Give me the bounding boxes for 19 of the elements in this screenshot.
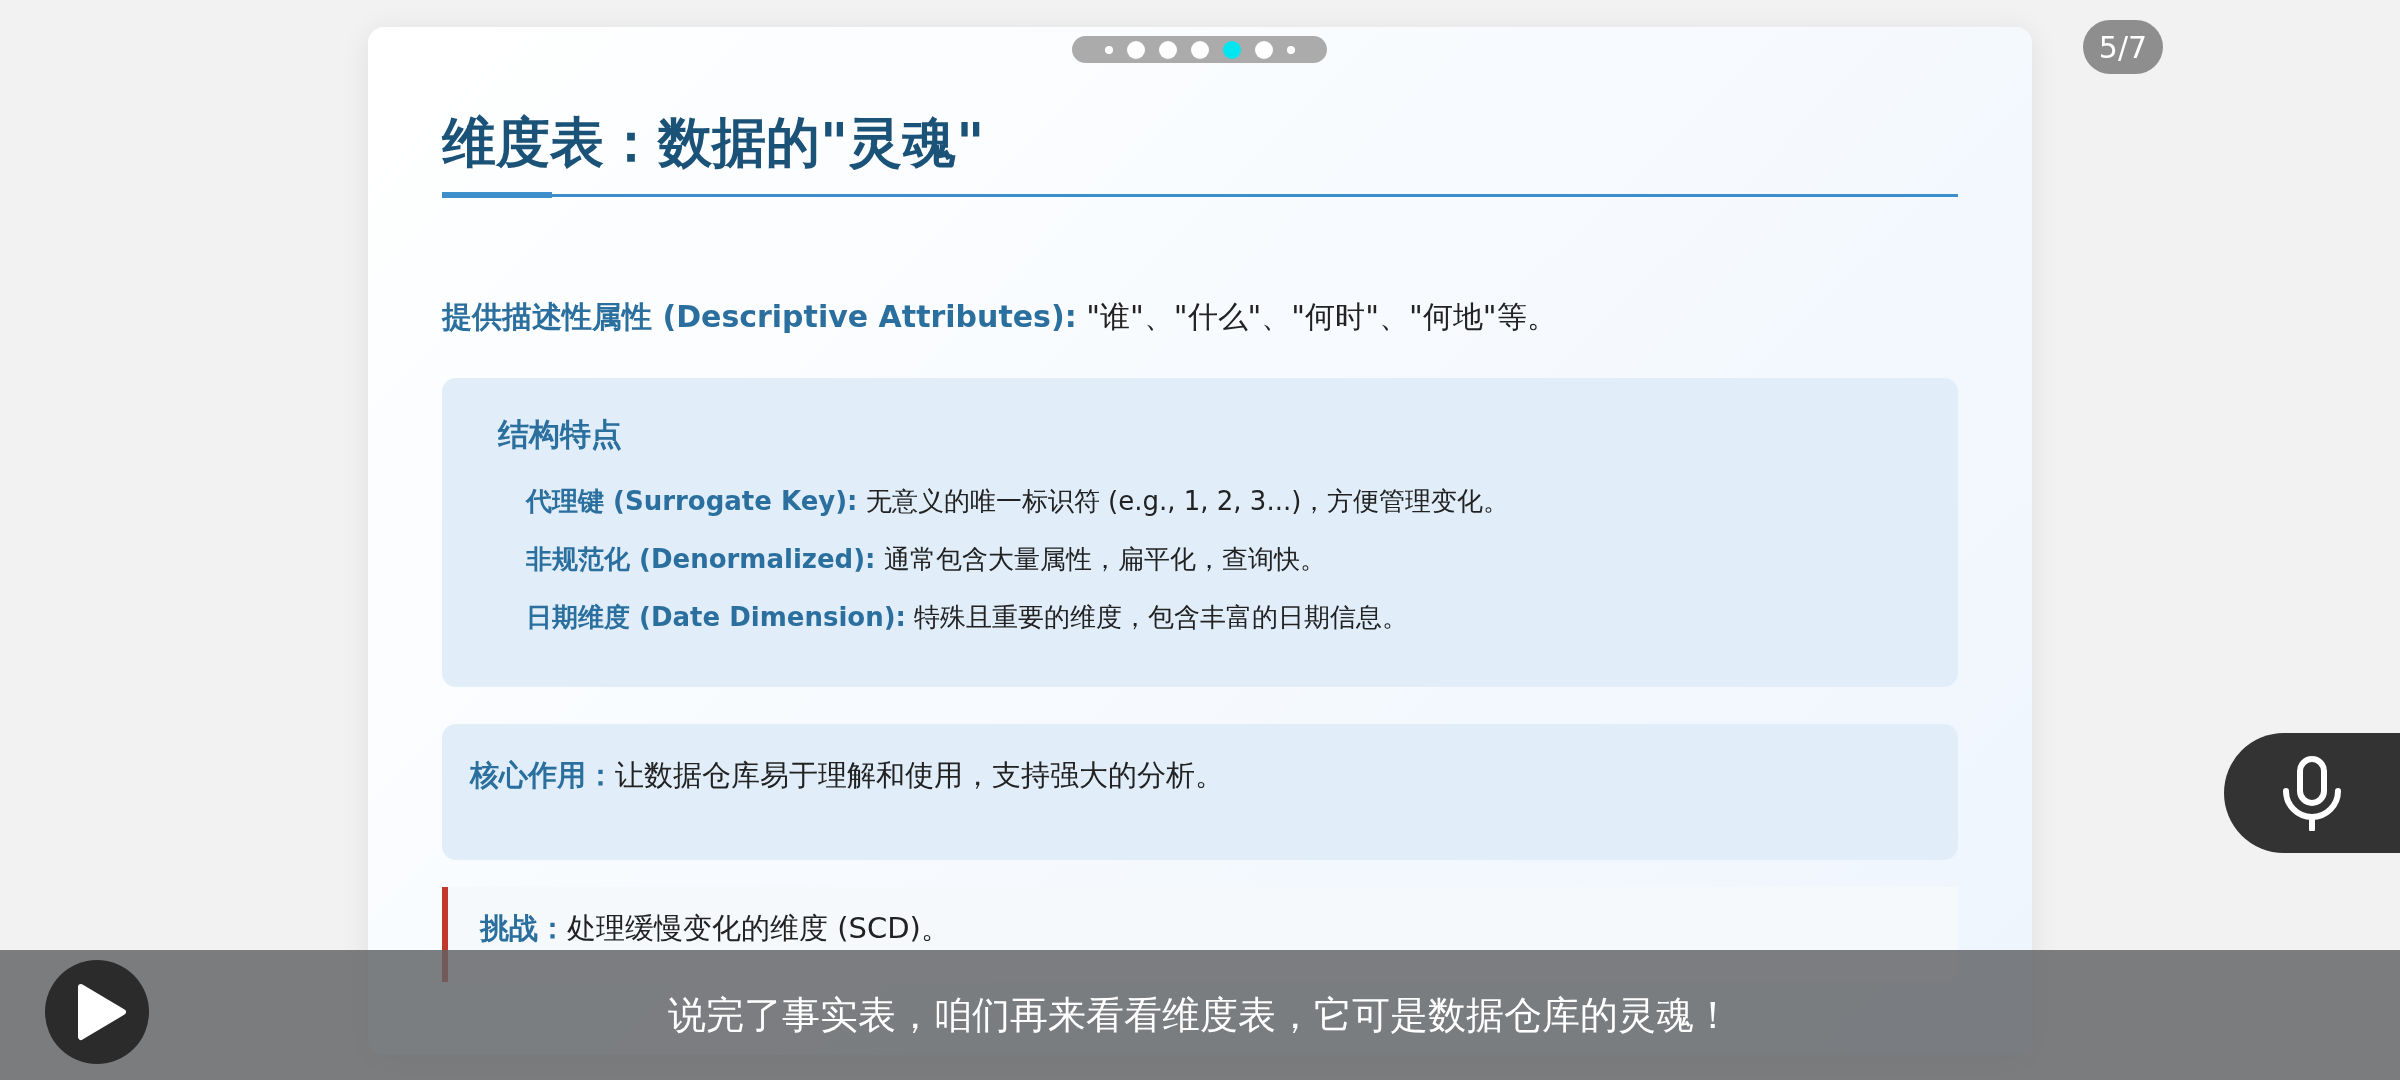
subtitle-text: 说完了事实表，咱们再来看看维度表，它可是数据仓库的灵魂！ <box>668 992 1732 1039</box>
page-dot[interactable] <box>1158 40 1177 59</box>
page-dot[interactable] <box>1222 40 1241 59</box>
page-dot[interactable] <box>1104 45 1113 54</box>
core-text: 核心作用：让数据仓库易于理解和使用，支持强大的分析。 <box>470 757 1224 792</box>
page-dot[interactable] <box>1286 45 1295 54</box>
microphone-button[interactable] <box>2224 733 2400 853</box>
page-dot[interactable] <box>1126 40 1145 59</box>
feature-text: 非规范化 (Denormalized): 通常包含大量属性，扁平化，查询快。 <box>526 542 1327 576</box>
challenge-text: 挑战：处理缓慢变化的维度 (SCD)。 <box>480 910 950 945</box>
page-counter: 5/7 <box>2083 20 2163 74</box>
lead-text: 提供描述性属性 (Descriptive Attributes): "谁"、"什么"、"何时"、"何地"等。 <box>442 297 1558 336</box>
feature-text: 日期维度 (Date Dimension): 特殊且重要的维度，包含丰富的日期信息。 <box>526 600 1410 634</box>
feature-text: 代理键 (Surrogate Key): 无意义的唯一标识符 (e.g., 1, 2, 3...)，方便管理变化。 <box>526 484 1511 518</box>
page-dot[interactable] <box>1190 40 1209 59</box>
panel-heading: 结构特点 <box>498 414 623 454</box>
page-dot[interactable] <box>1254 40 1273 59</box>
slide-title: 维度表：数据的"灵魂" <box>442 111 986 176</box>
play-icon <box>75 983 127 1041</box>
